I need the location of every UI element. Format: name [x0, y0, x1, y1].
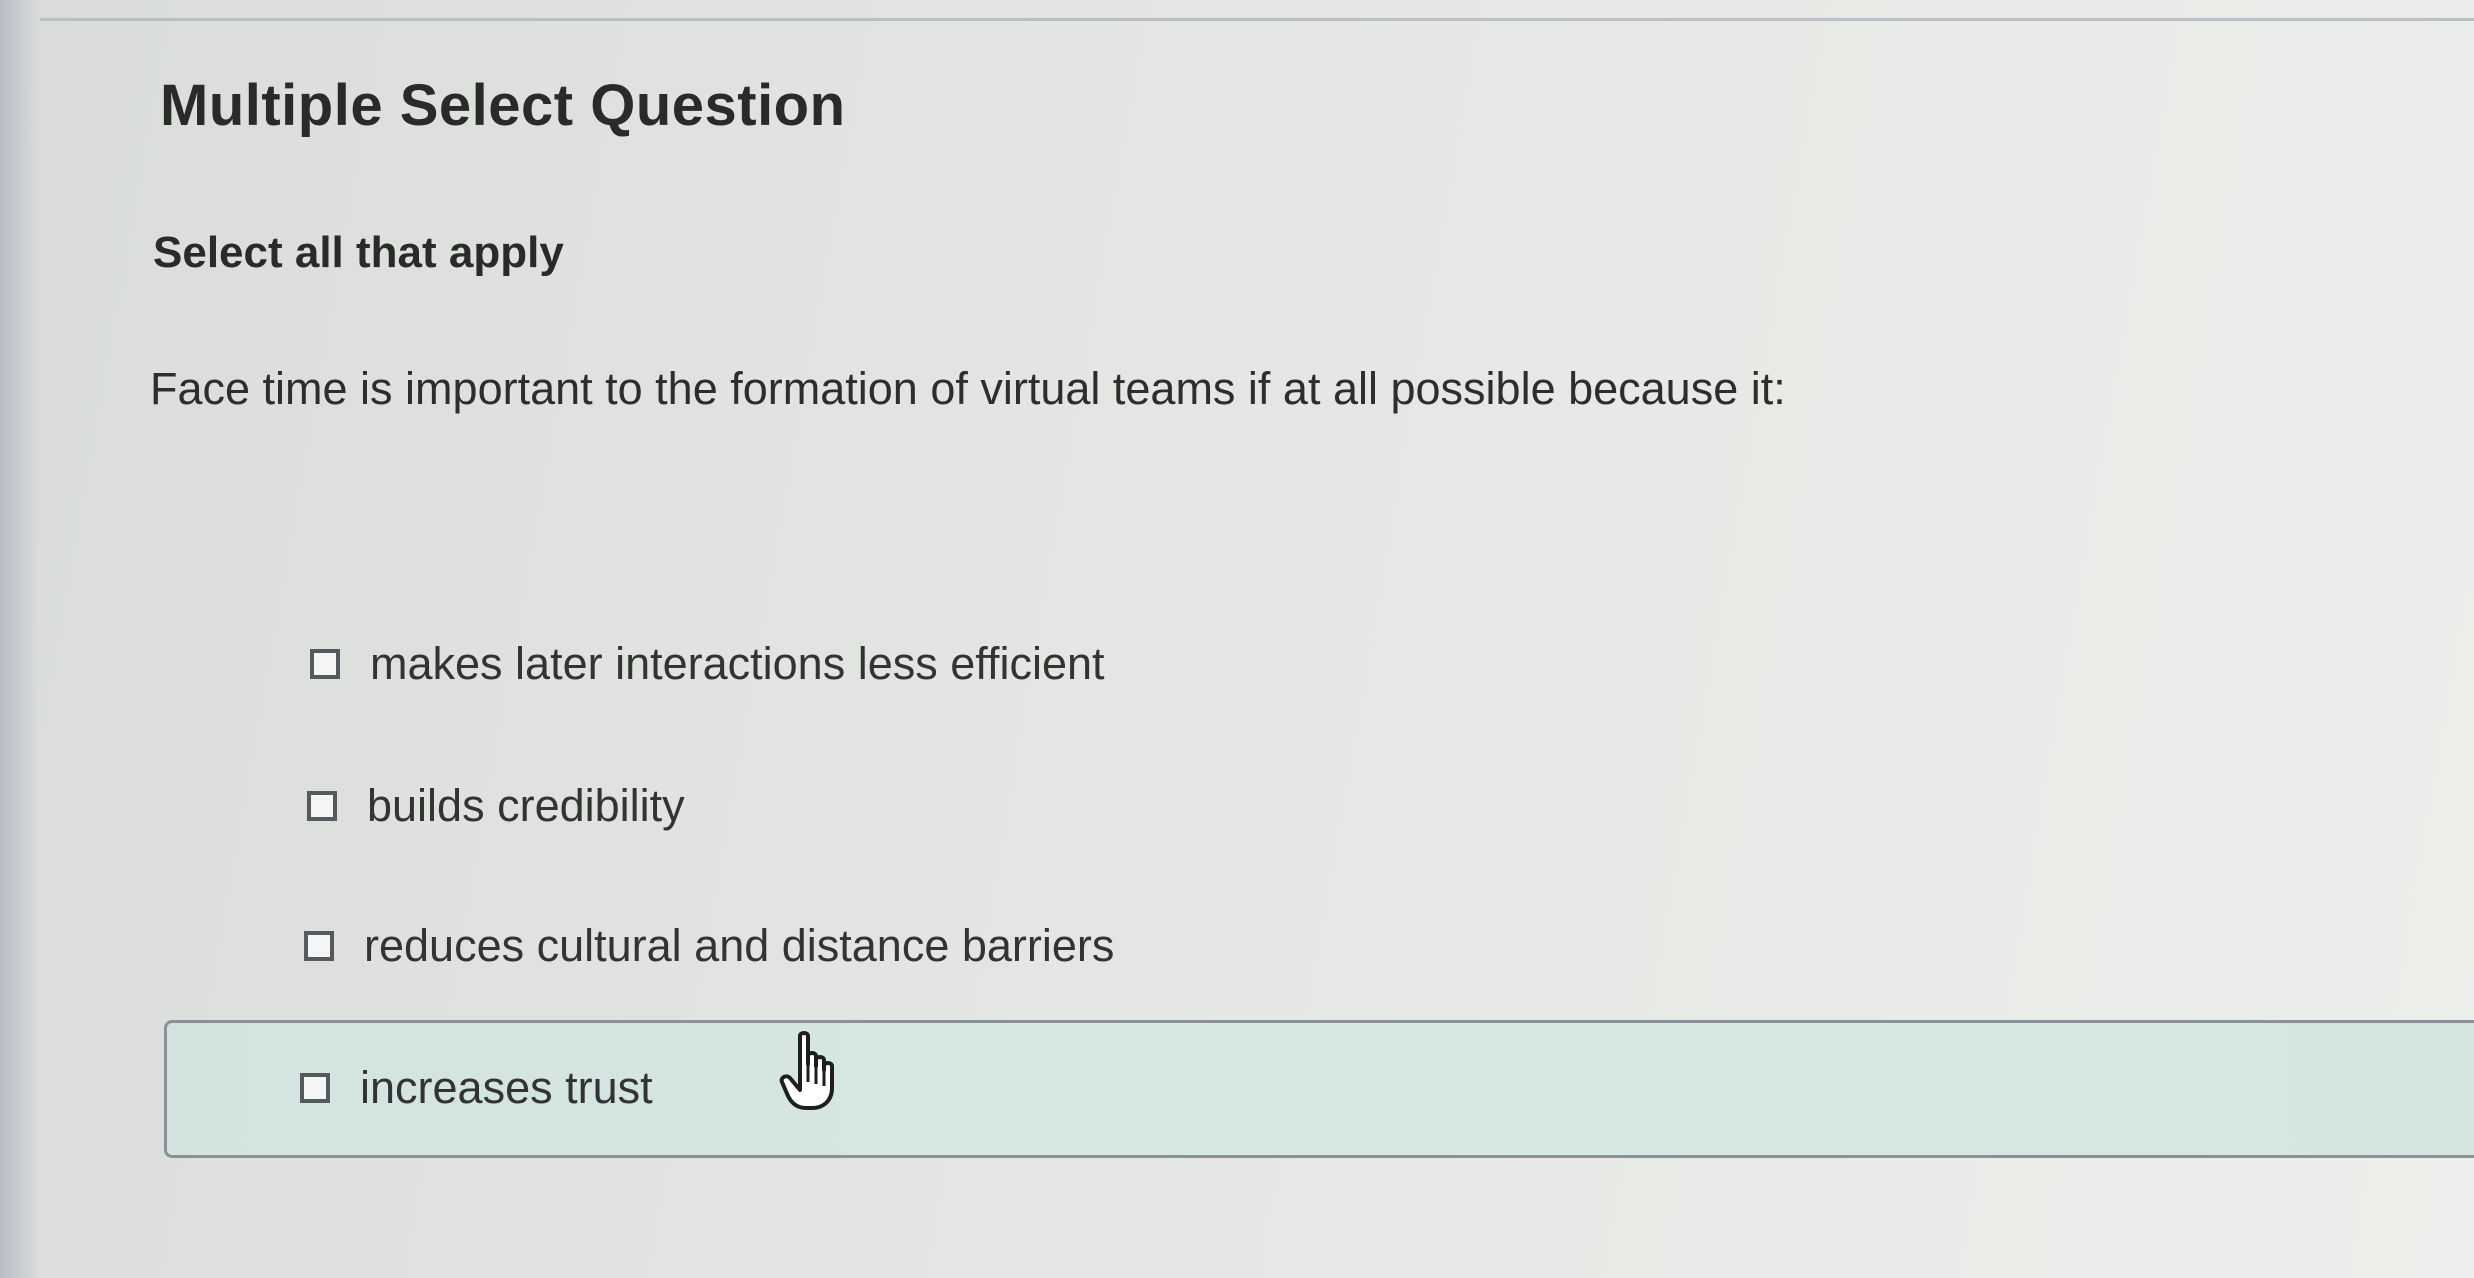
answer-option-1[interactable]: makes later interactions less efficient [310, 632, 1105, 696]
answer-option-4[interactable]: increases trust [300, 1056, 653, 1120]
answer-option-label[interactable]: increases trust [360, 1062, 653, 1114]
screen-edge [0, 0, 40, 1278]
checkbox-icon[interactable] [300, 1073, 330, 1103]
question-type-title: Multiple Select Question [160, 73, 846, 138]
answer-option-2[interactable]: builds credibility [307, 774, 685, 838]
checkbox-icon[interactable] [310, 649, 340, 679]
hand-pointer-icon [779, 1031, 834, 1110]
answer-option-label[interactable]: makes later interactions less efficient [370, 638, 1105, 690]
question-prompt: Face time is important to the formation … [150, 363, 1786, 414]
top-divider [40, 18, 2474, 21]
checkbox-icon[interactable] [304, 931, 334, 961]
question-instruction: Select all that apply [153, 228, 564, 277]
answer-option-label[interactable]: reduces cultural and distance barriers [364, 920, 1114, 972]
answer-option-3[interactable]: reduces cultural and distance barriers [304, 914, 1114, 978]
checkbox-icon[interactable] [307, 791, 337, 821]
answer-option-label[interactable]: builds credibility [367, 780, 685, 832]
